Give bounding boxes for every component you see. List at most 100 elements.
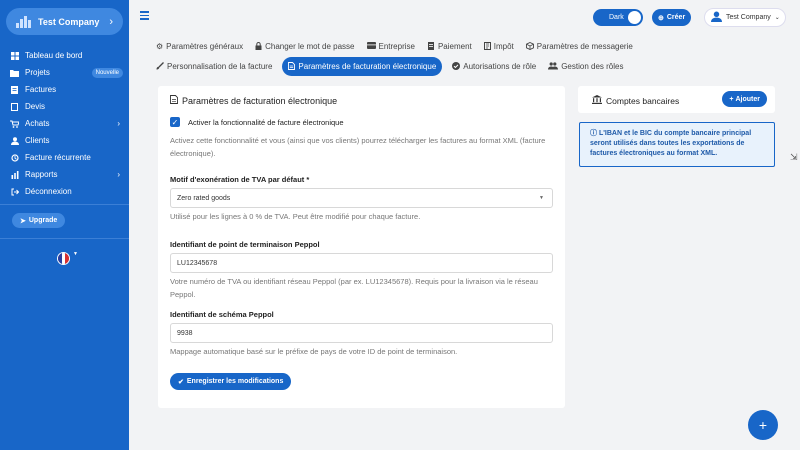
einvoice-settings-card: Paramètres de facturation électronique ✓… bbox=[158, 86, 565, 408]
card-title-text: Paramètres de facturation électronique bbox=[182, 95, 338, 106]
caret-down-icon: ▼ bbox=[73, 251, 78, 257]
bank-accounts-title-text: Comptes bancaires bbox=[606, 95, 680, 106]
peppol-scheme-help: Mappage automatique basé sur le préfixe … bbox=[170, 347, 458, 356]
vat-exemption-label: Motif d'exonération de TVA par défaut * bbox=[170, 175, 310, 184]
peppol-scheme-value: 9938 bbox=[177, 329, 193, 337]
tab-label: Paramètres de facturation électronique bbox=[298, 62, 437, 71]
plus-icon: + bbox=[729, 95, 734, 103]
sidebar-item-quotes[interactable]: Devis bbox=[0, 98, 129, 115]
document-icon bbox=[288, 61, 296, 72]
tab-role-management[interactable]: Gestion des rôles bbox=[542, 57, 629, 76]
logout-icon bbox=[10, 187, 19, 196]
plus-circle-icon: ⊕ bbox=[658, 14, 664, 22]
tab-invoice-customization[interactable]: Personnalisation de la facture bbox=[150, 57, 278, 76]
add-bank-account-button[interactable]: + Ajouter bbox=[722, 91, 767, 107]
theme-toggle[interactable]: Dark bbox=[593, 9, 643, 26]
tab-general-settings[interactable]: ⚙ Paramètres généraux bbox=[150, 37, 249, 56]
peppol-scheme-input[interactable]: 9938 bbox=[170, 323, 553, 343]
vat-exemption-help: Utilisé pour les lignes à 0 % de TVA. Pe… bbox=[170, 212, 421, 221]
settings-tabs-row-1: ⚙ Paramètres généraux Changer le mot de p… bbox=[150, 37, 639, 56]
peppol-endpoint-input[interactable]: LU12345678 bbox=[170, 253, 553, 273]
plus-icon: + bbox=[758, 417, 768, 433]
company-switcher[interactable]: Test Company › bbox=[6, 8, 123, 35]
sidebar-item-label: Achats bbox=[25, 119, 50, 128]
bank-accounts-card: Comptes bancaires + Ajouter bbox=[578, 86, 775, 113]
chevron-down-icon: ⌄ bbox=[774, 15, 780, 21]
sidebar-item-projects[interactable]: Projets Nouvelle bbox=[0, 64, 129, 81]
quote-icon bbox=[10, 102, 19, 111]
bank-accounts-title: Comptes bancaires bbox=[592, 95, 679, 106]
peppol-endpoint-help: Votre numéro de TVA ou identifiant résea… bbox=[170, 277, 538, 299]
tab-label: Gestion des rôles bbox=[561, 62, 624, 71]
tab-label: Impôt bbox=[493, 42, 514, 51]
settings-tabs-row-2: Personnalisation de la facture Paramètre… bbox=[150, 57, 629, 76]
language-flag-fr-icon[interactable] bbox=[57, 252, 70, 265]
user-menu-button[interactable]: Test Company ⌄ bbox=[704, 8, 786, 27]
sidebar-item-label: Devis bbox=[25, 102, 46, 111]
chevron-right-icon: › bbox=[109, 15, 113, 28]
vat-exemption-select[interactable]: Zero rated goods ▼ bbox=[170, 188, 553, 208]
bank-info-notice: ⓘ L'IBAN et le BIC du compte bancaire pr… bbox=[579, 122, 775, 167]
tab-role-permissions[interactable]: Autorisations de rôle bbox=[446, 57, 542, 76]
theme-label: Dark bbox=[609, 14, 624, 21]
chevron-right-icon: › bbox=[117, 170, 120, 179]
sidebar-item-dashboard[interactable]: Tableau de bord bbox=[0, 47, 129, 64]
floating-add-button[interactable]: + bbox=[748, 410, 778, 440]
tab-label: Personnalisation de la facture bbox=[167, 62, 273, 71]
sidebar-item-label: Déconnexion bbox=[25, 187, 72, 196]
cart-icon bbox=[10, 119, 19, 128]
bank-info-text: L'IBAN et le BIC du compte bancaire prin… bbox=[590, 130, 752, 157]
bank-icon bbox=[592, 95, 602, 106]
users-icon bbox=[548, 61, 559, 72]
sidebar-item-label: Rapports bbox=[25, 170, 58, 179]
sidebar-item-clients[interactable]: Clients bbox=[0, 132, 129, 149]
sidebar-nav: Tableau de bord Projets Nouvelle Facture… bbox=[0, 47, 129, 200]
enable-einvoice-label: Activer la fonctionnalité de facture éle… bbox=[188, 117, 344, 127]
gear-icon: ⚙ bbox=[156, 42, 164, 51]
peppol-endpoint-label: Identifiant de point de terminaison Pepp… bbox=[170, 240, 320, 249]
sidebar-item-invoices[interactable]: Factures bbox=[0, 81, 129, 98]
tab-company[interactable]: Entreprise bbox=[361, 37, 421, 56]
sidebar-item-reports[interactable]: Rapports › bbox=[0, 166, 129, 183]
payment-icon bbox=[427, 41, 435, 52]
tab-email-settings[interactable]: Paramètres de messagerie bbox=[520, 37, 639, 56]
rocket-icon: ➤ bbox=[20, 217, 26, 225]
lock-icon bbox=[255, 41, 262, 52]
tab-tax[interactable]: Impôt bbox=[478, 37, 520, 56]
sidebar: Test Company › Tableau de bord Projets N… bbox=[0, 0, 129, 450]
sidebar-item-label: Facture récurrente bbox=[25, 153, 91, 162]
tab-label: Paramètres généraux bbox=[166, 42, 244, 51]
create-button[interactable]: ⊕ Créer bbox=[652, 9, 692, 26]
tab-payment[interactable]: Paiement bbox=[421, 37, 478, 56]
company-logo-icon bbox=[16, 15, 32, 28]
mouse-cursor-icon: ⇲ bbox=[790, 152, 798, 162]
tab-change-password[interactable]: Changer le mot de passe bbox=[249, 37, 360, 56]
recurring-icon bbox=[10, 153, 19, 162]
sidebar-divider bbox=[0, 238, 129, 239]
peppol-endpoint-value: LU12345678 bbox=[177, 259, 218, 267]
user-avatar-icon bbox=[711, 11, 722, 24]
save-label: Enregistrer les modifications bbox=[186, 378, 284, 385]
tab-label: Paiement bbox=[437, 42, 472, 51]
dashboard-icon bbox=[10, 51, 19, 60]
brush-icon bbox=[156, 61, 164, 72]
sidebar-item-recurring[interactable]: Facture récurrente bbox=[0, 149, 129, 166]
building-icon bbox=[366, 42, 376, 51]
enable-einvoice-checkbox[interactable]: ✓ bbox=[170, 117, 180, 127]
tab-label: Entreprise bbox=[378, 42, 415, 51]
menu-toggle-icon[interactable] bbox=[140, 11, 149, 22]
peppol-scheme-label: Identifiant de schéma Peppol bbox=[170, 310, 274, 319]
upgrade-button[interactable]: ➤ Upgrade bbox=[12, 213, 66, 228]
check-circle-icon bbox=[452, 61, 461, 72]
sidebar-item-label: Factures bbox=[25, 85, 57, 94]
save-button[interactable]: ✔ Enregistrer les modifications bbox=[170, 373, 292, 390]
sidebar-item-label: Projets bbox=[25, 68, 50, 77]
create-label: Créer bbox=[666, 14, 686, 21]
tab-label: Changer le mot de passe bbox=[265, 42, 355, 51]
tab-einvoice-settings[interactable]: Paramètres de facturation électronique bbox=[282, 57, 443, 76]
chevron-right-icon: › bbox=[117, 119, 120, 128]
sidebar-item-purchases[interactable]: Achats › bbox=[0, 115, 129, 132]
chart-icon bbox=[10, 170, 19, 179]
sidebar-item-logout[interactable]: Déconnexion bbox=[0, 183, 129, 200]
add-label: Ajouter bbox=[735, 95, 761, 103]
